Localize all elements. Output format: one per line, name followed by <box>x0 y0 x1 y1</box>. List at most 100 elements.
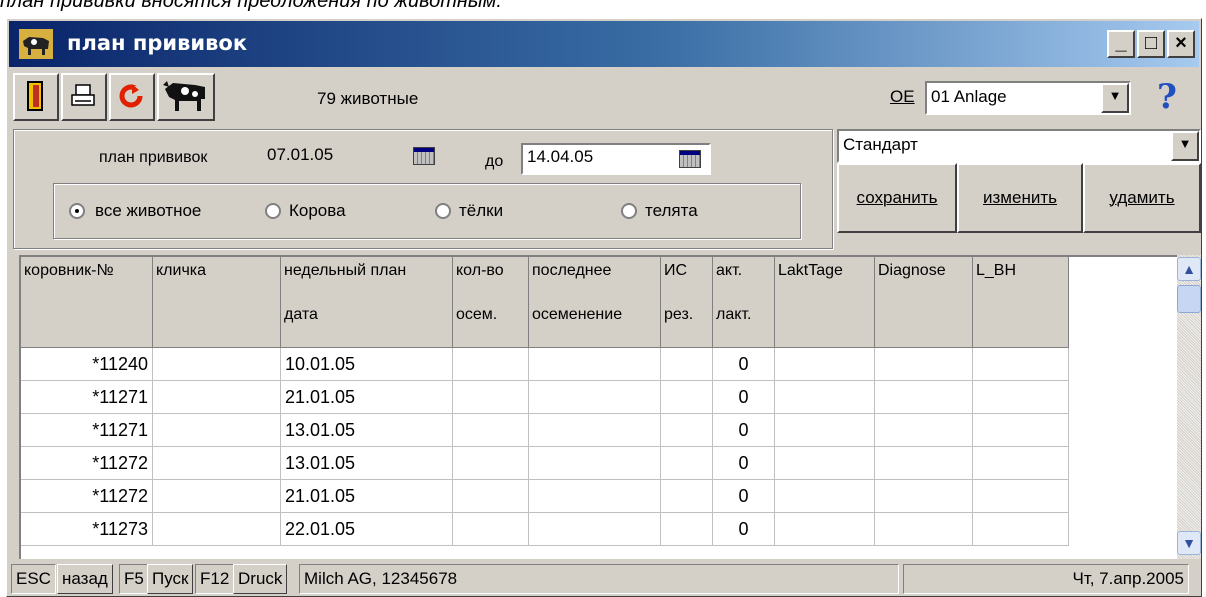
column-header[interactable]: Diagnose <box>875 257 973 348</box>
print-button[interactable] <box>61 73 107 121</box>
table-cell[interactable]: *11271 <box>21 414 153 447</box>
back-button[interactable]: назад <box>57 564 113 594</box>
animal-count: 79 животные <box>317 89 419 108</box>
table-cell[interactable] <box>453 447 529 480</box>
table-cell[interactable] <box>775 480 875 513</box>
chevron-down-icon[interactable]: ▼ <box>1171 131 1199 161</box>
table-cell[interactable] <box>775 513 875 546</box>
table-cell[interactable] <box>875 348 973 381</box>
help-icon[interactable]: ? <box>1157 77 1177 117</box>
animal-button[interactable] <box>157 73 215 121</box>
table-cell[interactable]: *11273 <box>21 513 153 546</box>
table-cell[interactable] <box>153 480 281 513</box>
table-cell[interactable] <box>529 348 661 381</box>
date-to-field[interactable]: 14.04.05 <box>521 143 711 175</box>
start-button[interactable]: Пуск <box>147 564 194 594</box>
save-button[interactable]: сохранить <box>837 163 957 233</box>
animals-table[interactable]: коровник-№ кличка недельный план дата кол-во… <box>19 255 1201 559</box>
table-cell[interactable] <box>875 381 973 414</box>
table-cell[interactable]: 21.01.05 <box>281 480 453 513</box>
table-cell[interactable] <box>661 414 713 447</box>
table-cell[interactable]: 0 <box>713 447 775 480</box>
maximize-button[interactable]: □ <box>1137 30 1165 58</box>
title-bar: план прививок _ □ × <box>9 21 1199 67</box>
table-cell[interactable] <box>153 447 281 480</box>
column-header[interactable]: коровник-№ <box>21 257 153 348</box>
table-cell[interactable] <box>153 348 281 381</box>
table-cell[interactable]: 22.01.05 <box>281 513 453 546</box>
table-cell[interactable] <box>875 414 973 447</box>
table-cell[interactable] <box>875 447 973 480</box>
table-cell[interactable]: 13.01.05 <box>281 414 453 447</box>
vertical-scrollbar[interactable]: ▲ ▼ <box>1177 255 1201 559</box>
refresh-button[interactable] <box>109 73 155 121</box>
column-header[interactable]: кличка <box>153 257 281 348</box>
column-header[interactable]: L_BH <box>973 257 1069 348</box>
table-cell[interactable]: 10.01.05 <box>281 348 453 381</box>
table-cell[interactable] <box>661 447 713 480</box>
table-cell[interactable] <box>775 447 875 480</box>
table-cell[interactable] <box>973 513 1069 546</box>
table-cell[interactable] <box>973 381 1069 414</box>
profile-select[interactable]: Стандарт ▼ <box>837 129 1201 163</box>
table-cell[interactable] <box>453 381 529 414</box>
table-cell[interactable] <box>661 513 713 546</box>
table-cell[interactable] <box>153 513 281 546</box>
table-cell[interactable] <box>529 480 661 513</box>
table-cell[interactable] <box>661 480 713 513</box>
table-cell[interactable] <box>973 447 1069 480</box>
calendar-icon[interactable] <box>413 147 435 165</box>
column-header[interactable]: кол-во осем. <box>453 257 529 348</box>
table-cell[interactable] <box>453 348 529 381</box>
table-cell[interactable] <box>973 348 1069 381</box>
table-cell[interactable] <box>775 381 875 414</box>
table-cell[interactable] <box>529 381 661 414</box>
table-cell[interactable] <box>529 513 661 546</box>
table-cell[interactable] <box>775 414 875 447</box>
table-cell[interactable]: *11272 <box>21 480 153 513</box>
table-cell[interactable]: *11240 <box>21 348 153 381</box>
table-cell[interactable] <box>875 480 973 513</box>
table-cell[interactable] <box>453 414 529 447</box>
table-cell[interactable]: 0 <box>713 414 775 447</box>
column-header[interactable]: акт. лакт. <box>713 257 775 348</box>
table-cell[interactable]: 21.01.05 <box>281 381 453 414</box>
print-status-button[interactable]: Druck <box>233 564 288 594</box>
table-cell[interactable] <box>973 414 1069 447</box>
table-cell[interactable]: *11271 <box>21 381 153 414</box>
minimize-button[interactable]: _ <box>1107 30 1135 58</box>
table-cell[interactable] <box>661 348 713 381</box>
edit-button[interactable]: изменить <box>957 163 1083 233</box>
table-cell[interactable] <box>529 414 661 447</box>
table-cell[interactable]: 0 <box>713 348 775 381</box>
table-cell[interactable] <box>529 447 661 480</box>
scroll-thumb[interactable] <box>1177 285 1201 313</box>
column-header-line1: ИС <box>664 262 688 279</box>
table-cell[interactable] <box>875 513 973 546</box>
column-header[interactable]: LaktTage <box>775 257 875 348</box>
calendar-icon[interactable] <box>679 150 701 168</box>
date-from-field[interactable]: 07.01.05 <box>263 143 453 173</box>
table-cell[interactable] <box>153 381 281 414</box>
table-cell[interactable]: *11272 <box>21 447 153 480</box>
table-cell[interactable]: 0 <box>713 513 775 546</box>
scroll-down-icon[interactable]: ▼ <box>1177 531 1201 555</box>
table-cell[interactable] <box>973 480 1069 513</box>
scroll-up-icon[interactable]: ▲ <box>1177 257 1201 281</box>
table-cell[interactable] <box>453 480 529 513</box>
table-cell[interactable] <box>153 414 281 447</box>
column-header[interactable]: недельный план дата <box>281 257 453 348</box>
column-header[interactable]: последнее осеменение <box>529 257 661 348</box>
table-cell[interactable] <box>661 381 713 414</box>
column-header[interactable]: ИС рез. <box>661 257 713 348</box>
close-button[interactable]: × <box>1167 30 1195 58</box>
oe-select[interactable]: 01 Anlage ▼ <box>925 81 1131 115</box>
table-cell[interactable] <box>775 348 875 381</box>
table-cell[interactable]: 0 <box>713 381 775 414</box>
table-cell[interactable] <box>453 513 529 546</box>
exit-button[interactable] <box>13 73 59 121</box>
chevron-down-icon[interactable]: ▼ <box>1101 83 1129 113</box>
delete-button[interactable]: удамить <box>1083 163 1201 233</box>
table-cell[interactable]: 0 <box>713 480 775 513</box>
table-cell[interactable]: 13.01.05 <box>281 447 453 480</box>
